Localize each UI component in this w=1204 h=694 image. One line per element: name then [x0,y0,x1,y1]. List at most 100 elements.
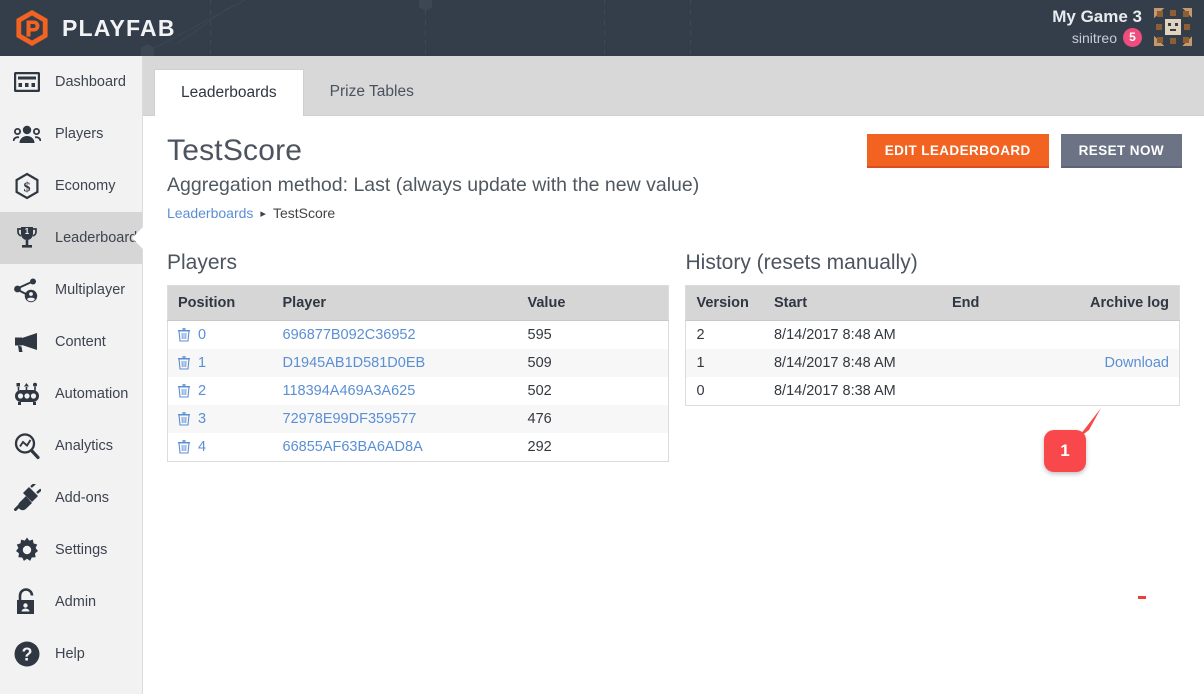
username-label[interactable]: sinitreo [1072,30,1117,46]
cell-player-id[interactable]: 696877B092C36952 [273,321,518,350]
cell-archive-log [1055,377,1180,406]
user-texts: My Game 3 sinitreo 5 [1052,7,1142,48]
breadcrumb-link-leaderboards[interactable]: Leaderboards [167,205,253,221]
table-row: 3 72978E99DF359577 476 [168,405,669,433]
cell-position: 4 [168,433,273,462]
sidebar-item-players[interactable]: Players [0,108,142,160]
cell-value: 292 [518,433,669,462]
trash-icon[interactable] [178,328,190,342]
trash-icon[interactable] [178,440,190,454]
brand-name: PLAYFAB [62,15,176,42]
players-header-row: Position Player Value [168,286,669,321]
sidebar-item-automation[interactable]: Automation [0,368,142,420]
sidebar-item-label: Analytics [55,438,113,454]
cell-player-id[interactable]: D1945AB1D581D0EB [273,349,518,377]
cell-end [942,321,1055,350]
svg-text:$: $ [24,181,31,196]
cell-archive-log: Download [1055,349,1180,377]
svg-text:?: ? [22,645,33,665]
history-table-head: Version Start End Archive log [686,286,1180,321]
tab-prize-tables[interactable]: Prize Tables [304,69,440,115]
col-start: Start [764,286,942,321]
sidebar-item-label: Admin [55,594,96,610]
game-title[interactable]: My Game 3 [1052,7,1142,27]
top-header-bar: PLAYFAB My Game 3 sinitreo 5 [0,0,1204,56]
trash-icon[interactable] [178,412,190,426]
cell-player-id[interactable]: 72978E99DF359577 [273,405,518,433]
cell-end [942,349,1055,377]
cell-start: 8/14/2017 8:38 AM [764,377,942,406]
trophy-icon: 1 [12,223,42,253]
table-row: 4 66855AF63BA6AD8A 292 [168,433,669,462]
active-indicator-arrow [132,227,143,249]
position-cell: 1 [178,355,263,371]
sidebar-item-label: Multiplayer [55,282,125,298]
dashboard-icon [12,67,42,97]
cell-player-id[interactable]: 118394A469A3A625 [273,377,518,405]
col-archive-log: Archive log [1055,286,1180,321]
trash-icon[interactable] [178,384,190,398]
table-row: 2 8/14/2017 8:48 AM [686,321,1180,350]
col-version: Version [686,286,764,321]
sidebar-item-content[interactable]: Content [0,316,142,368]
sidebar-item-label: Help [55,646,85,662]
cell-value: 502 [518,377,669,405]
cell-version: 1 [686,349,764,377]
col-player: Player [273,286,518,321]
tab-bar: Leaderboards Prize Tables [143,56,1204,116]
trash-icon[interactable] [178,356,190,370]
sidebar-item-label: Players [55,126,103,142]
history-panel: History (resets manually) Version Start … [685,251,1180,462]
cell-position: 1 [168,349,273,377]
edit-leaderboard-button[interactable]: EDIT LEADERBOARD [867,134,1049,168]
cell-position: 3 [168,405,273,433]
gear-icon [12,535,42,565]
cell-position: 2 [168,377,273,405]
cell-version: 2 [686,321,764,350]
main-sidebar: Dashboard Players $ Economy 1 Leaderboar… [0,56,143,694]
sidebar-item-admin[interactable]: Admin [0,576,142,628]
sidebar-item-dashboard[interactable]: Dashboard [0,56,142,108]
position-value: 2 [198,383,206,399]
header-dash-line [210,0,211,56]
position-cell: 0 [178,327,263,343]
sidebar-item-leaderboards[interactable]: 1 Leaderboards [0,212,142,264]
sidebar-item-economy[interactable]: $ Economy [0,160,142,212]
page-action-buttons: EDIT LEADERBOARD RESET NOW [867,134,1182,168]
cell-player-id[interactable]: 66855AF63BA6AD8A [273,433,518,462]
sidebar-item-multiplayer[interactable]: Multiplayer [0,264,142,316]
table-row: 2 118394A469A3A625 502 [168,377,669,405]
history-header-row: Version Start End Archive log [686,286,1180,321]
position-cell: 4 [178,439,263,455]
sidebar-item-label: Automation [55,386,128,402]
tab-label: Prize Tables [330,83,414,100]
header-decoration [0,0,1204,56]
header-diagonal-line [176,4,234,45]
sidebar-item-label: Add-ons [55,490,109,506]
cell-value: 595 [518,321,669,350]
reset-now-button[interactable]: RESET NOW [1061,134,1182,168]
position-cell: 3 [178,411,263,427]
main-content: Leaderboards Prize Tables EDIT LEADERBOA… [143,56,1204,694]
user-account-block[interactable]: My Game 3 sinitreo 5 [1052,6,1194,48]
notification-badge[interactable]: 5 [1123,28,1142,47]
sidebar-item-settings[interactable]: Settings [0,524,142,576]
aggregation-method-text: Aggregation method: Last (always update … [167,174,1180,197]
table-row: 1 8/14/2017 8:48 AM Download [686,349,1180,377]
tab-leaderboards[interactable]: Leaderboards [154,69,304,116]
breadcrumb-current: TestScore [273,205,335,221]
header-dash-line [604,0,605,56]
sidebar-item-analytics[interactable]: Analytics [0,420,142,472]
panels-row: Players Position Player Value [167,251,1180,462]
position-value: 3 [198,411,206,427]
sidebar-item-help[interactable]: ? Help [0,628,142,680]
download-link[interactable]: Download [1105,355,1170,371]
sidebar-item-addons[interactable]: Add-ons [0,472,142,524]
analytics-icon [12,431,42,461]
header-hex-dot [419,0,432,11]
cell-value: 476 [518,405,669,433]
cell-start: 8/14/2017 8:48 AM [764,321,942,350]
brand-logo-group[interactable]: PLAYFAB [12,8,176,48]
user-avatar-icon[interactable] [1152,6,1194,48]
sidebar-item-label: Content [55,334,106,350]
